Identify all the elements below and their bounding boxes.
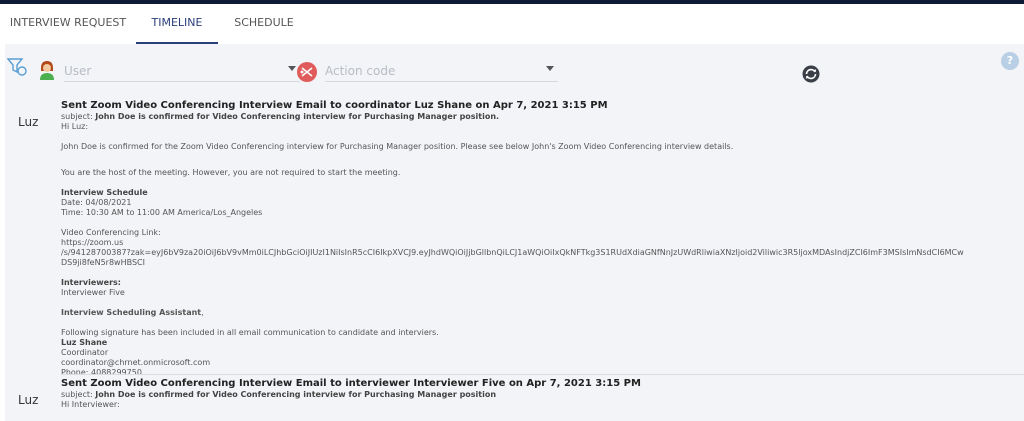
entry-subject: subject: John Doe is confirmed for Video… <box>61 390 497 399</box>
entry-author: Luz <box>18 115 39 129</box>
signature-note: Following signature has been included in… <box>61 328 439 337</box>
filter-bar: User Action code ? <box>5 44 1024 92</box>
signature-phone: Phone: 4088299750 <box>61 368 142 377</box>
signature-email: coordinator@chrnet.onmicrosoft.com <box>61 358 211 367</box>
schedule-heading: Interview Schedule <box>61 188 148 197</box>
interviewers-heading: Interviewers: <box>61 278 121 287</box>
chevron-down-icon <box>546 66 554 71</box>
signature-role: Coordinator <box>61 348 109 357</box>
meeting-link[interactable]: /s/94128700387?zak=eyJ6bV9za20iOiJ6bV9vM… <box>61 248 1021 258</box>
user-icon <box>40 61 54 80</box>
signature-name: Luz Shane <box>61 338 108 347</box>
user-select[interactable]: User <box>64 62 300 82</box>
email-paragraph: John Doe is confirmed for the Zoom Video… <box>61 142 734 151</box>
entry-title: Sent Zoom Video Conferencing Interview E… <box>61 100 608 111</box>
user-select-placeholder: User <box>64 64 92 78</box>
entry-subject: subject: John Doe is confirmed for Video… <box>61 112 500 121</box>
tab-interview-request[interactable]: INTERVIEW REQUEST <box>6 4 130 44</box>
tab-schedule[interactable]: SCHEDULE <box>226 4 302 44</box>
filter-icon[interactable] <box>7 56 29 78</box>
schedule-date: Date: 04/08/2021 <box>61 198 132 207</box>
entry-author: Luz <box>18 393 39 407</box>
entry-body: Sent Zoom Video Conferencing Interview E… <box>61 378 1021 410</box>
entry-divider <box>61 374 1024 375</box>
tab-bar: INTERVIEW REQUEST TIMELINE SCHEDULE <box>0 4 1024 44</box>
action-code-icon <box>297 62 317 82</box>
email-greeting: Hi Interviewer: <box>61 400 120 409</box>
refresh-icon[interactable] <box>802 65 820 83</box>
action-code-select[interactable]: Action code <box>325 62 558 82</box>
chevron-down-icon <box>288 66 296 71</box>
entry-title: Sent Zoom Video Conferencing Interview E… <box>61 378 641 389</box>
tab-timeline[interactable]: TIMELINE <box>136 4 218 44</box>
meeting-link[interactable]: https://zoom.us <box>61 238 1021 248</box>
interviewer-name: Interviewer Five <box>61 288 125 297</box>
link-heading: Video Conferencing Link: <box>61 228 161 237</box>
schedule-time: Time: 10:30 AM to 11:00 AM America/Los_A… <box>61 208 263 217</box>
entry-body: Sent Zoom Video Conferencing Interview E… <box>61 100 1021 378</box>
email-greeting: Hi Luz: <box>61 122 89 131</box>
meeting-link[interactable]: DS9ji8feN5r8wHBSCI <box>61 258 1021 268</box>
assistant-line: Interview Scheduling Assistant, <box>61 308 204 317</box>
timeline-panel: User Action code ? Luz Sent Zoom Video C… <box>5 44 1024 421</box>
action-code-placeholder: Action code <box>325 64 396 78</box>
email-paragraph: You are the host of the meeting. However… <box>61 168 401 177</box>
help-icon[interactable]: ? <box>1001 52 1019 70</box>
